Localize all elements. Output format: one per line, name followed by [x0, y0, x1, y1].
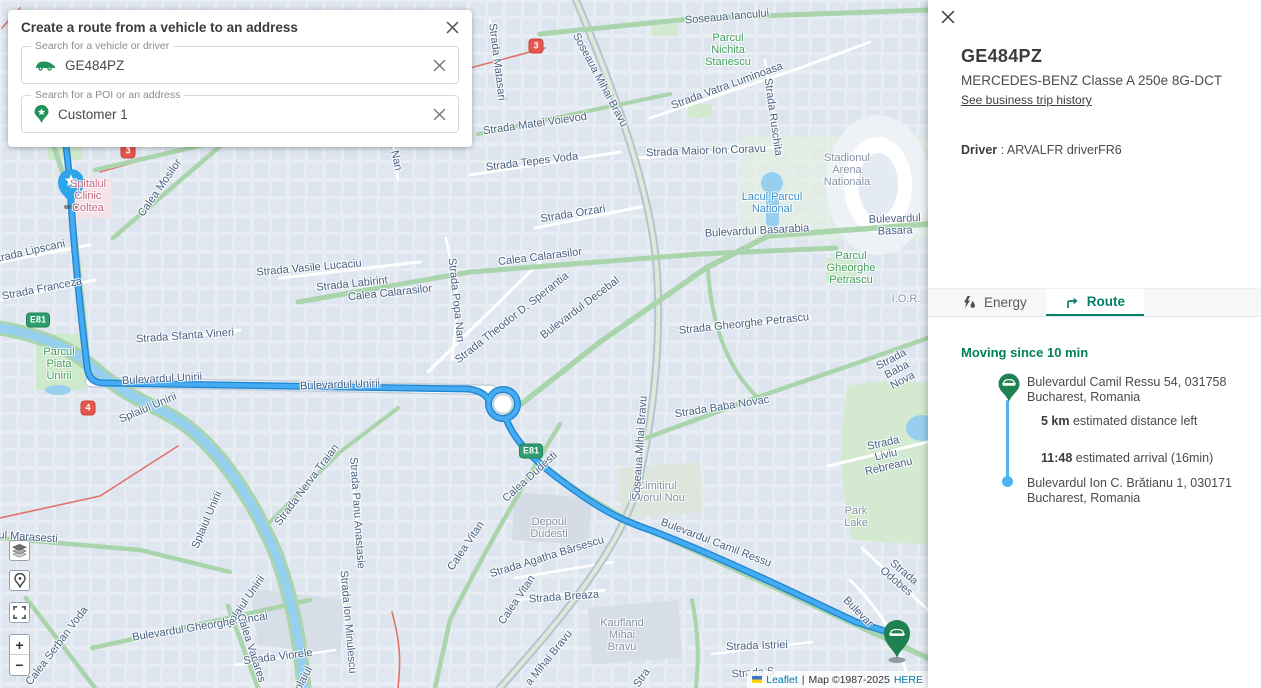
tab-route-label: Route [1087, 294, 1125, 309]
route-details: Moving since 10 min Bulevardul Camil Res… [928, 345, 1261, 543]
ukraine-flag-icon [752, 676, 762, 683]
distance-left: 5 km estimated distance left [1041, 414, 1197, 428]
estimated-arrival: 11:48 estimated arrival (16min) [1041, 451, 1213, 465]
fullscreen-button[interactable] [9, 602, 30, 623]
route-form: Create a route from a vehicle to an addr… [8, 10, 472, 147]
vehicle-model: MERCEDES-BENZ Classe A 250e 8G-DCT [961, 73, 1237, 88]
map-attribution: Leaflet | Map ©1987-2025 HERE [747, 671, 928, 688]
poi-search-value[interactable]: Customer 1 [58, 107, 433, 122]
vehicle-plate: GE484PZ [961, 46, 1237, 67]
panel-tabs: Energy Route [928, 288, 1261, 317]
driver-label: Driver [961, 143, 997, 157]
layers-button[interactable] [9, 540, 30, 561]
fullscreen-icon [13, 606, 26, 619]
vehicle-search-value[interactable]: GE484PZ [65, 58, 433, 73]
timeline-line [1006, 400, 1009, 478]
locate-button[interactable] [9, 570, 30, 591]
zoom-in-button[interactable]: + [10, 635, 29, 655]
vehicle-search-field[interactable]: Search for a vehicle or driver GE484PZ [21, 46, 459, 84]
tab-route[interactable]: Route [1046, 289, 1144, 316]
destination-dot [1002, 476, 1013, 487]
route-form-title: Create a route from a vehicle to an addr… [21, 20, 298, 35]
route-turn-icon [1065, 295, 1079, 309]
zoom-out-button[interactable]: − [10, 655, 29, 675]
origin-address: Bulevardul Camil Ressu 54, 031758 Buchar… [1027, 375, 1261, 405]
tab-energy[interactable]: Energy [944, 289, 1046, 316]
leaflet-link[interactable]: Leaflet [766, 674, 798, 686]
car-icon [34, 58, 56, 72]
here-link[interactable]: HERE [894, 674, 923, 686]
route-form-close-icon[interactable] [446, 21, 459, 34]
zoom-control: + − [9, 634, 30, 676]
poi-clear-icon[interactable] [433, 108, 446, 121]
driver-line: Driver : ARVALFR driverFR6 [961, 143, 1237, 157]
attribution-text: Map ©1987-2025 [809, 674, 890, 686]
poi-pin-icon [34, 105, 49, 124]
panel-close-icon[interactable] [941, 10, 955, 24]
tab-energy-label: Energy [984, 295, 1027, 310]
poi-search-field[interactable]: Search for a POI or an address Customer … [21, 95, 459, 133]
map[interactable]: Soseaua IanculuiStrada MatasariSoseaua M… [0, 0, 928, 688]
attribution-separator: | [802, 674, 805, 686]
energy-icon [963, 296, 976, 309]
vehicle-clear-icon[interactable] [433, 59, 446, 72]
moving-status: Moving since 10 min [961, 345, 1237, 360]
app-window: Soseaua IanculuiStrada MatasariSoseaua M… [0, 0, 1261, 688]
route-timeline: Bulevardul Camil Ressu 54, 031758 Buchar… [961, 373, 1237, 543]
trip-history-link[interactable]: See business trip history [961, 93, 1092, 107]
vehicle-search-label: Search for a vehicle or driver [31, 40, 173, 52]
origin-vehicle-pin-icon [997, 373, 1021, 403]
vehicle-panel: GE484PZ MERCEDES-BENZ Classe A 250e 8G-D… [928, 0, 1261, 688]
roundabout [494, 395, 513, 414]
location-pin-icon [14, 573, 26, 588]
destination-address: Bulevardul Ion C. Brătianu 1, 030171 Buc… [1027, 476, 1261, 506]
poi-search-label: Search for a POI or an address [31, 89, 184, 101]
driver-name: ARVALFR driverFR6 [1007, 143, 1122, 157]
layers-icon [12, 543, 27, 558]
